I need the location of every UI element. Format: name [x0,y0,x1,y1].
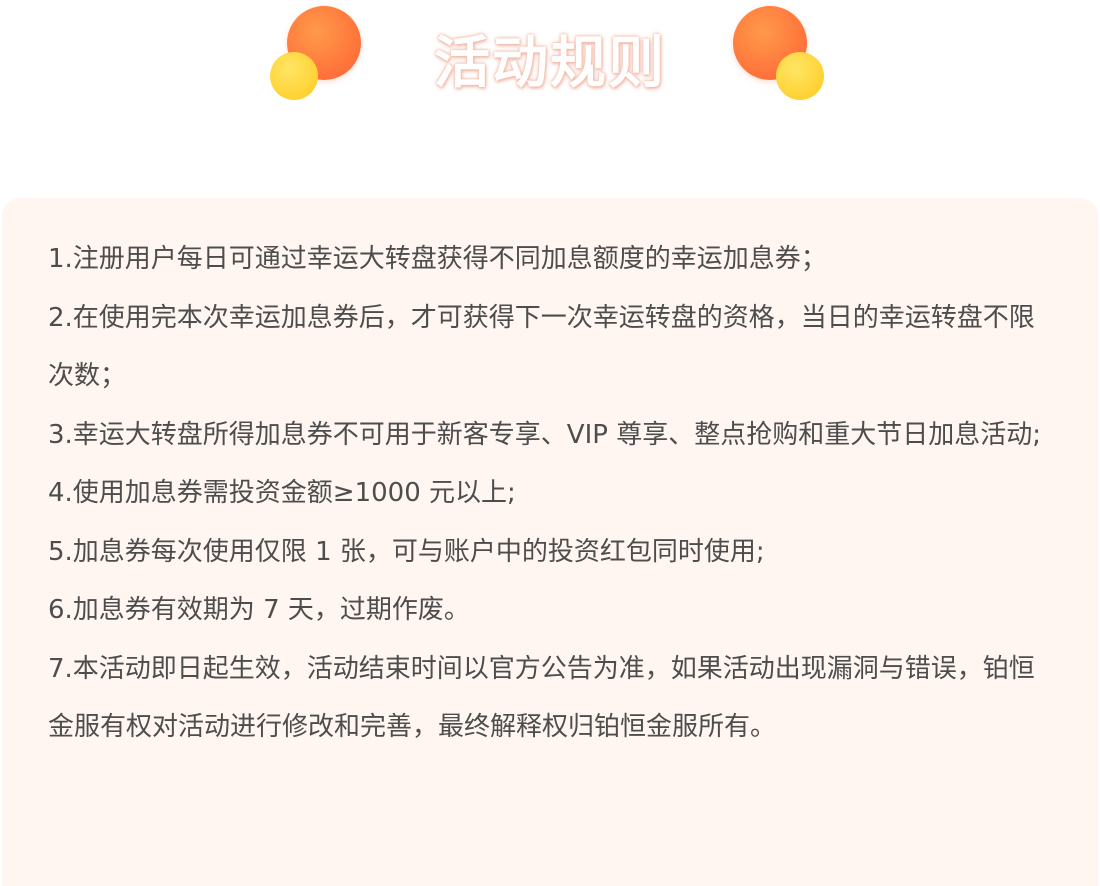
rule-item: 6.加息券有效期为 7 天，过期作废。 [48,595,470,625]
rule-item: 7.本活动即日起生效，活动结束时间以官方公告为准，如果活动出现漏洞与错误，铂恒金… [48,653,1035,743]
rule-item: 5.加息券每次使用仅限 1 张，可与账户中的投资红包同时使用; [48,536,765,567]
yellow-circle-decoration [776,52,824,100]
rule-item: 2.在使用完本次幸运加息券后，才可获得下一次幸运转盘的资格，当日的幸运转盘不限次… [48,302,1035,392]
rule-item: 4.使用加息券需投资金额≥1000 元以上; [48,478,516,508]
page-title: 活动规则 [434,31,666,96]
activity-rules-page: 活动规则 1.注册用户每日可通过幸运大转盘获得不同加息额度的幸运加息券； 2.在… [0,0,1100,886]
rule-item: 1.注册用户每日可通过幸运大转盘获得不同加息额度的幸运加息券； [48,244,827,274]
header: 活动规则 [0,0,1100,140]
rule-item: 3.幸运大转盘所得加息券不可用于新客专享、VIP 尊享、整点抢购和重大节日加息活… [48,419,1041,450]
rules-list: 1.注册用户每日可通过幸运大转盘获得不同加息额度的幸运加息券； 2.在使用完本次… [48,230,1048,757]
